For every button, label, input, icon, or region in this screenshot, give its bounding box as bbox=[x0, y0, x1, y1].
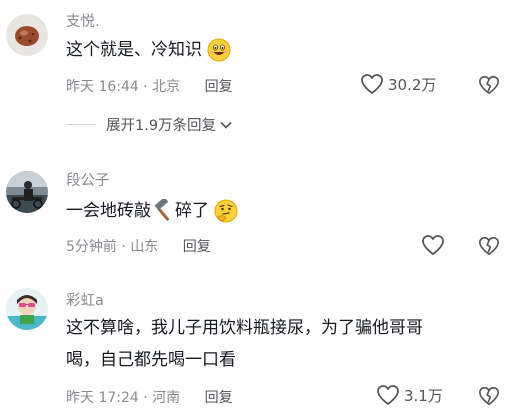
like-button[interactable]: 3.1万 bbox=[376, 384, 443, 406]
expand-divider bbox=[66, 124, 96, 125]
comment-text-part: 碎了 bbox=[175, 201, 209, 221]
comment-text: 一会地砖敲 碎了 bbox=[66, 197, 238, 225]
comment-text-line: 这不算啥，我儿子用饮料瓶接尿，为了骗他哥哥 bbox=[66, 318, 423, 338]
username[interactable]: 支悦. bbox=[66, 10, 100, 31]
comment-text-content: 这个就是、冷知识 bbox=[66, 40, 202, 60]
like-count: 30.2万 bbox=[388, 75, 437, 94]
thinking-face-emoji bbox=[214, 199, 238, 223]
timestamp: 5分钟前 bbox=[66, 239, 117, 255]
heart-icon bbox=[361, 74, 383, 94]
like-count: 3.1万 bbox=[404, 386, 443, 405]
broken-heart-icon[interactable] bbox=[478, 74, 500, 96]
location: 河南 bbox=[152, 390, 181, 406]
avatar-image bbox=[6, 171, 48, 213]
heart-icon bbox=[422, 235, 444, 255]
timestamp: 昨天 17:24 bbox=[66, 390, 139, 406]
comment-text: 这个就是、冷知识 bbox=[66, 36, 231, 64]
timestamp: 昨天 16:44 bbox=[66, 79, 139, 95]
like-button[interactable] bbox=[421, 234, 445, 256]
broken-heart-icon[interactable] bbox=[478, 235, 500, 257]
comment-meta: 5分钟前 · 山东 回复 bbox=[66, 236, 211, 256]
location: 山东 bbox=[130, 239, 159, 255]
comment-text-part: 一会地砖敲 bbox=[66, 201, 151, 221]
heart-icon bbox=[377, 385, 399, 405]
comment-meta: 昨天 16:44 · 北京 回复 bbox=[66, 76, 233, 96]
reply-button[interactable]: 回复 bbox=[205, 79, 233, 95]
hammer-emoji bbox=[154, 199, 170, 221]
grinning-face-emoji bbox=[207, 38, 231, 62]
username[interactable]: 段公子 bbox=[66, 169, 110, 190]
comment-meta: 昨天 17:24 · 河南 回复 bbox=[66, 387, 233, 407]
expand-replies-label: 展开1.9万条回复 bbox=[106, 118, 217, 134]
avatar[interactable] bbox=[6, 171, 48, 213]
avatar-image bbox=[6, 14, 48, 56]
broken-heart-icon[interactable] bbox=[478, 385, 500, 407]
meta-separator: · bbox=[121, 239, 126, 255]
like-button[interactable]: 30.2万 bbox=[360, 73, 436, 95]
location: 北京 bbox=[152, 79, 181, 95]
reply-button[interactable]: 回复 bbox=[205, 390, 233, 406]
avatar[interactable] bbox=[6, 288, 48, 330]
comment-text-line: 喝，自己都先喝一口看 bbox=[66, 350, 236, 370]
meta-separator: · bbox=[143, 79, 148, 95]
reply-button[interactable]: 回复 bbox=[183, 239, 211, 255]
expand-replies-button[interactable]: 展开1.9万条回复 bbox=[66, 114, 233, 135]
chevron-down-icon bbox=[220, 121, 232, 129]
avatar-image bbox=[6, 288, 48, 330]
meta-separator: · bbox=[143, 390, 148, 406]
username[interactable]: 彩虹a bbox=[66, 289, 104, 310]
avatar[interactable] bbox=[6, 14, 48, 56]
